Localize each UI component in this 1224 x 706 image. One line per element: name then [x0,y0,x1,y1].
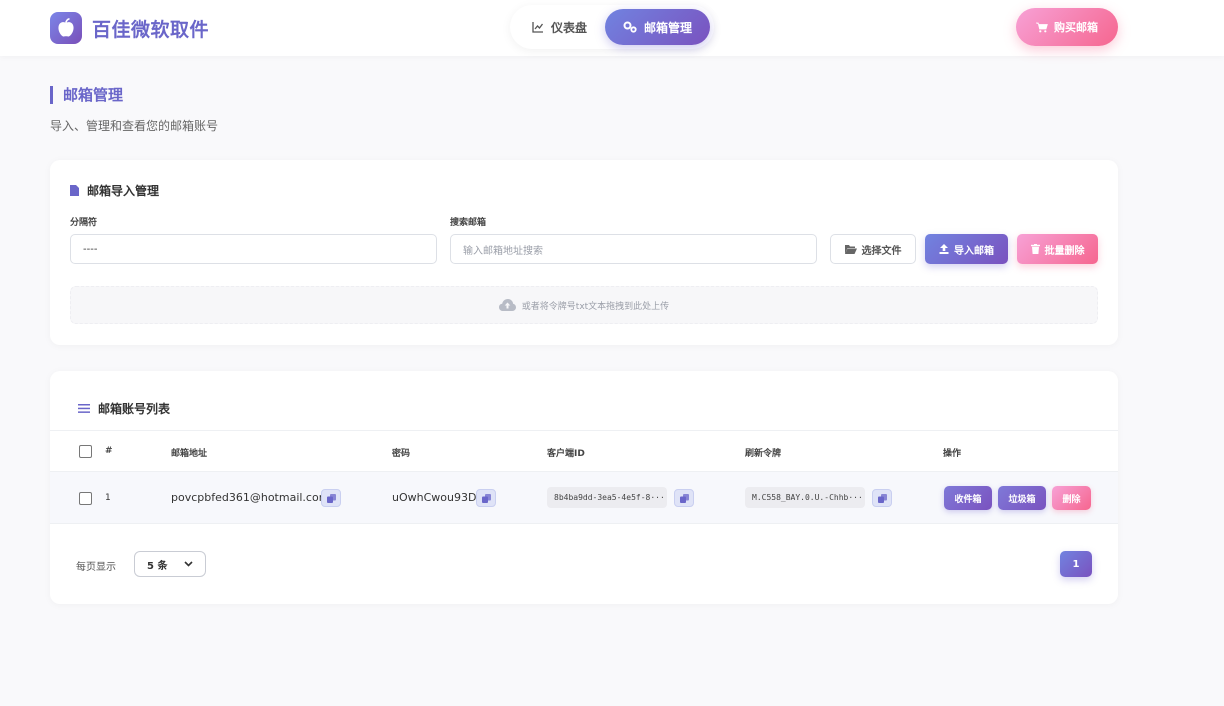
chart-line-icon [532,21,544,33]
chevron-down-icon [184,561,193,567]
row-index: 1 [105,493,111,503]
nav-item-mailbox-management[interactable]: 邮箱管理 [605,9,711,45]
copy-icon [877,493,887,503]
select-all-checkbox[interactable] [79,445,92,458]
list-card-title-text: 邮箱账号列表 [98,402,171,416]
column-header-password: 密码 [392,449,411,459]
import-card-title-text: 邮箱导入管理 [87,184,160,198]
brand-title: 百佳微软取件 [92,18,210,41]
list-icon [78,404,90,413]
column-header-email: 邮箱地址 [171,449,208,459]
separator-label: 分隔符 [70,218,98,228]
choose-file-button[interactable]: 选择文件 [830,234,916,264]
table-header: # 邮箱地址 密码 客户端ID 刷新令牌 操作 [50,430,1118,472]
separator-input[interactable]: ---- [70,234,437,264]
shopping-cart-icon [1036,22,1048,33]
buy-mailbox-button[interactable]: 购买邮箱 [1016,8,1118,46]
list-card-title: 邮箱账号列表 [78,400,170,417]
gears-icon [623,21,637,33]
import-mailbox-button[interactable]: 导入邮箱 [925,234,1008,264]
import-mailbox-label: 导入邮箱 [954,245,994,257]
delete-row-button[interactable]: 删除 [1052,486,1091,510]
per-page-value: 5 条 [147,560,168,572]
row-refresh-token: M.C558_BAY.0.U.-Chhb··· [745,487,865,508]
page-title: 邮箱管理 [50,86,123,104]
copy-icon [679,493,689,503]
column-header-actions: 操作 [943,449,962,459]
row-password: uOwhCwou93D [392,491,477,504]
pagination-page-1[interactable]: 1 [1060,551,1092,577]
per-page-label: 每页显示 [76,562,116,573]
copy-refresh-token-button[interactable] [872,489,892,507]
row-checkbox[interactable] [79,492,92,505]
per-page-select[interactable]: 5 条 [134,551,206,577]
search-input[interactable]: 输入邮箱地址搜索 [450,234,817,264]
nav-item-dashboard[interactable]: 仪表盘 [514,9,605,45]
copy-password-button[interactable] [476,489,496,507]
file-dropzone[interactable]: 或者将令牌号txt文本拖拽到此处上传 [70,286,1098,324]
brand[interactable]: 百佳微软取件 [50,12,209,44]
import-card-title: 邮箱导入管理 [70,182,159,199]
copy-email-button[interactable] [321,489,341,507]
mailbox-list-card: 邮箱账号列表 # 邮箱地址 密码 客户端ID 刷新令牌 操作 1 povcpbf… [50,371,1118,604]
copy-client-id-button[interactable] [674,489,694,507]
choose-file-label: 选择文件 [861,245,902,257]
column-header-index: # [105,446,113,456]
nav-item-mailbox-management-label: 邮箱管理 [644,20,693,35]
folder-open-icon [844,244,857,254]
copy-icon [481,493,491,503]
buy-mailbox-label: 购买邮箱 [1054,21,1098,34]
search-label: 搜索邮箱 [450,218,487,228]
column-header-refresh-token: 刷新令牌 [745,449,782,459]
column-header-client-id: 客户端ID [547,449,585,459]
junk-button[interactable]: 垃圾箱 [998,486,1046,510]
cloud-upload-icon [498,299,516,311]
bulk-delete-label: 批量删除 [1044,245,1085,257]
import-card: 邮箱导入管理 分隔符 ---- 搜索邮箱 输入邮箱地址搜索 选择文件 导入邮箱 … [50,160,1118,345]
apple-logo-icon [50,12,82,44]
table-row: 1 povcpbfed361@hotmail.com uOwhCwou93D 8… [50,472,1118,524]
inbox-button[interactable]: 收件箱 [944,486,992,510]
row-client-id: 8b4ba9dd-3ea5-4e5f-8··· [547,487,667,508]
row-email: povcpbfed361@hotmail.com [171,491,330,504]
trash-icon [1030,244,1040,254]
bulk-delete-button[interactable]: 批量删除 [1017,234,1098,264]
nav-item-dashboard-label: 仪表盘 [551,20,588,35]
file-icon [70,185,79,196]
upload-icon [939,244,949,254]
dropzone-text: 或者将令牌号txt文本拖拽到此处上传 [521,301,670,312]
page-subtitle: 导入、管理和查看您的邮箱账号 [50,119,219,133]
top-header: 百佳微软取件 仪表盘 邮箱管理 购买邮箱 [0,0,1224,56]
copy-icon [326,493,336,503]
main-nav: 仪表盘 邮箱管理 [510,5,715,49]
